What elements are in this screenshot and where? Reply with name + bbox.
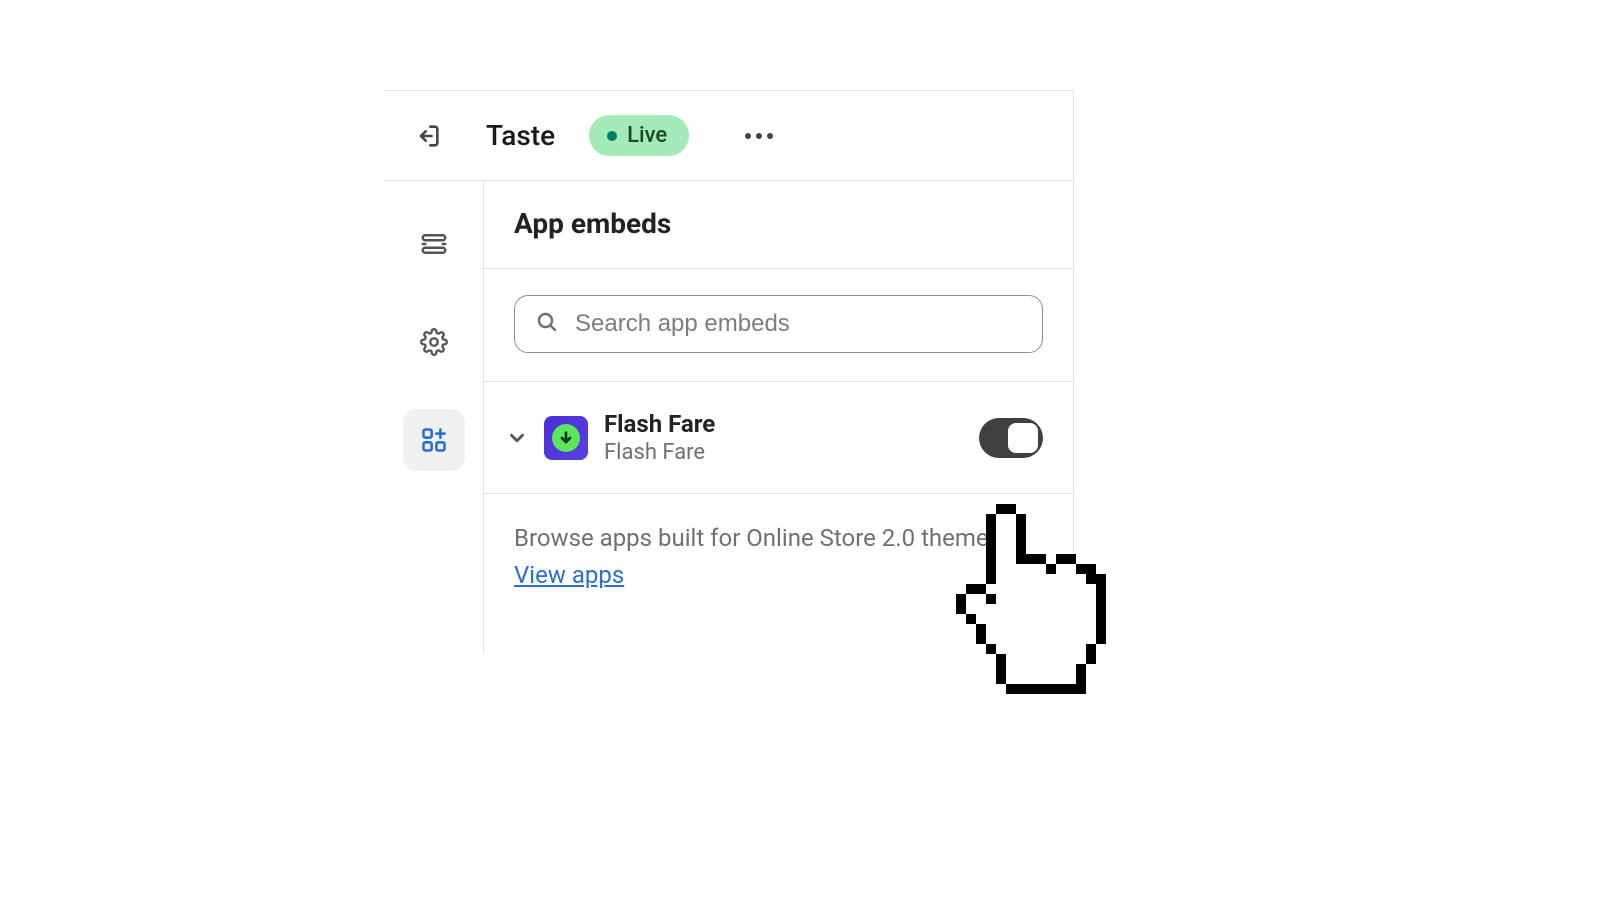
chevron-down-icon <box>506 427 528 449</box>
app-embeds-tab[interactable] <box>403 409 465 471</box>
app-enable-toggle[interactable] <box>979 418 1043 458</box>
app-text: Flash Fare Flash Fare <box>604 410 715 465</box>
panel-header: Taste Live <box>384 91 1073 181</box>
app-vendor: Flash Fare <box>604 440 715 465</box>
exit-icon <box>414 122 442 150</box>
app-icon <box>544 416 588 460</box>
search-icon <box>535 310 559 338</box>
sections-icon <box>419 229 449 259</box>
download-arrow-icon <box>558 430 574 446</box>
gear-icon <box>420 328 448 356</box>
status-badge: Live <box>589 115 689 156</box>
footer-text: Browse apps built for Online Store 2.0 t… <box>514 524 1007 552</box>
search-input[interactable] <box>575 310 1022 338</box>
sections-tab[interactable] <box>403 213 465 275</box>
status-label: Live <box>627 123 667 148</box>
status-dot-icon <box>607 131 617 141</box>
theme-name-label: Taste <box>486 119 555 152</box>
search-section <box>484 269 1073 382</box>
toggle-knob <box>1008 423 1038 453</box>
view-apps-link[interactable]: View apps <box>514 561 624 589</box>
section-title: App embeds <box>484 181 1073 269</box>
theme-editor-panel: Taste Live <box>384 90 1074 654</box>
app-name: Flash Fare <box>604 410 715 438</box>
side-rail <box>384 181 484 654</box>
exit-button[interactable] <box>408 116 448 156</box>
panel-body: App embeds <box>384 181 1073 654</box>
search-field[interactable] <box>514 295 1043 353</box>
app-embed-item[interactable]: Flash Fare Flash Fare <box>484 382 1073 494</box>
app-embeds-content: App embeds <box>484 181 1073 654</box>
theme-settings-tab[interactable] <box>403 311 465 373</box>
footer-hint: Browse apps built for Online Store 2.0 t… <box>484 494 1073 654</box>
app-embeds-icon <box>420 426 448 454</box>
dots-icon <box>745 133 751 139</box>
more-actions-button[interactable] <box>737 125 781 147</box>
